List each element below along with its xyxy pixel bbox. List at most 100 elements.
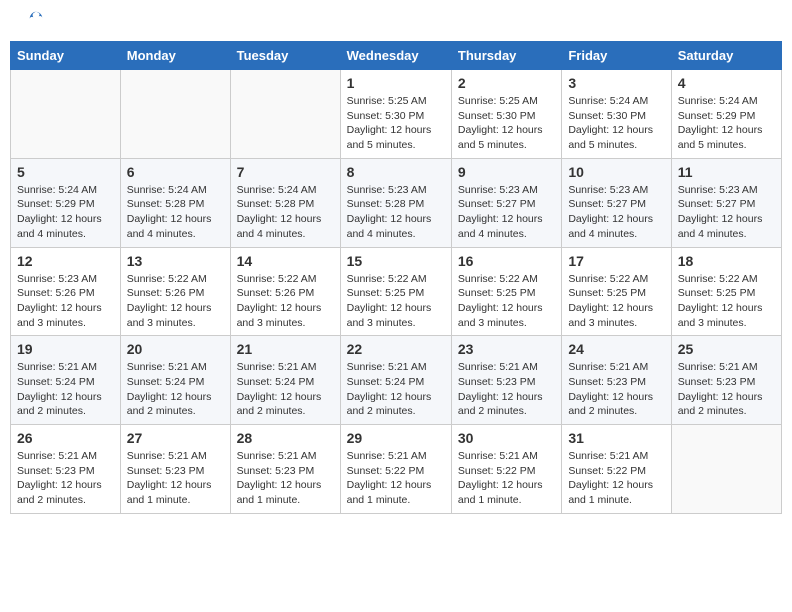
day-info: Sunrise: 5:21 AM Sunset: 5:22 PM Dayligh… (458, 449, 555, 508)
day-cell: 13Sunrise: 5:22 AM Sunset: 5:26 PM Dayli… (120, 247, 230, 336)
day-cell: 20Sunrise: 5:21 AM Sunset: 5:24 PM Dayli… (120, 336, 230, 425)
day-cell: 21Sunrise: 5:21 AM Sunset: 5:24 PM Dayli… (230, 336, 340, 425)
day-info: Sunrise: 5:21 AM Sunset: 5:23 PM Dayligh… (17, 449, 114, 508)
day-cell (11, 70, 121, 159)
day-info: Sunrise: 5:22 AM Sunset: 5:25 PM Dayligh… (568, 272, 664, 331)
day-number: 18 (678, 253, 775, 269)
day-cell: 8 Sunrise: 5:23 AM Sunset: 5:28 PM Daylig… (340, 158, 451, 247)
day-info: Sunrise: 5:24 AM Sunset: 5:29 PM Dayligh… (678, 94, 775, 153)
day-info: Sunrise: 5:23 AM Sunset: 5:27 PM Dayligh… (678, 183, 775, 242)
day-cell: 25 Sunrise: 5:21 AM Sunset: 5:23 PM Dayli… (671, 336, 781, 425)
day-info: Sunrise: 5:22 AM Sunset: 5:25 PM Dayligh… (347, 272, 445, 331)
day-cell: 24Sunrise: 5:21 AM Sunset: 5:23 PM Dayli… (562, 336, 671, 425)
day-cell: 11 Sunrise: 5:23 AM Sunset: 5:27 PM Dayli… (671, 158, 781, 247)
week-row-4: 19 Sunrise: 5:21 AM Sunset: 5:24 PM Dayli… (11, 336, 782, 425)
day-info: Sunrise: 5:23 AM Sunset: 5:26 PM Dayligh… (17, 272, 114, 331)
week-row-5: 26 Sunrise: 5:21 AM Sunset: 5:23 PM Dayli… (11, 425, 782, 514)
day-info: Sunrise: 5:22 AM Sunset: 5:26 PM Dayligh… (127, 272, 224, 331)
day-number: 19 (17, 341, 114, 357)
day-cell (230, 70, 340, 159)
day-number: 28 (237, 430, 334, 446)
day-cell: 2 Sunrise: 5:25 AM Sunset: 5:30 PM Daylig… (451, 70, 561, 159)
day-number: 6 (127, 164, 224, 180)
logo-bird-icon (27, 10, 45, 28)
day-cell: 18 Sunrise: 5:22 AM Sunset: 5:25 PM Dayli… (671, 247, 781, 336)
logo (25, 20, 45, 28)
day-info: Sunrise: 5:22 AM Sunset: 5:25 PM Dayligh… (678, 272, 775, 331)
day-cell: 14 Sunrise: 5:22 AM Sunset: 5:26 PM Dayli… (230, 247, 340, 336)
day-info: Sunrise: 5:24 AM Sunset: 5:28 PM Dayligh… (237, 183, 334, 242)
day-number: 4 (678, 75, 775, 91)
day-number: 29 (347, 430, 445, 446)
page-header (10, 10, 782, 33)
day-info: Sunrise: 5:21 AM Sunset: 5:22 PM Dayligh… (568, 449, 664, 508)
day-info: Sunrise: 5:22 AM Sunset: 5:25 PM Dayligh… (458, 272, 555, 331)
day-info: Sunrise: 5:23 AM Sunset: 5:28 PM Dayligh… (347, 183, 445, 242)
weekday-header-thursday: Thursday (451, 42, 561, 70)
day-number: 30 (458, 430, 555, 446)
day-cell: 3 Sunrise: 5:24 AM Sunset: 5:30 PM Daylig… (562, 70, 671, 159)
calendar-table: SundayMondayTuesdayWednesdayThursdayFrid… (10, 41, 782, 514)
day-number: 27 (127, 430, 224, 446)
day-info: Sunrise: 5:24 AM Sunset: 5:30 PM Dayligh… (568, 94, 664, 153)
day-cell: 10 Sunrise: 5:23 AM Sunset: 5:27 PM Dayli… (562, 158, 671, 247)
day-cell: 16 Sunrise: 5:22 AM Sunset: 5:25 PM Dayli… (451, 247, 561, 336)
day-cell: 22 Sunrise: 5:21 AM Sunset: 5:24 PM Dayli… (340, 336, 451, 425)
day-cell: 4 Sunrise: 5:24 AM Sunset: 5:29 PM Daylig… (671, 70, 781, 159)
day-cell: 28 Sunrise: 5:21 AM Sunset: 5:23 PM Dayli… (230, 425, 340, 514)
day-cell: 27 Sunrise: 5:21 AM Sunset: 5:23 PM Dayli… (120, 425, 230, 514)
day-info: Sunrise: 5:21 AM Sunset: 5:22 PM Dayligh… (347, 449, 445, 508)
day-number: 23 (458, 341, 555, 357)
day-info: Sunrise: 5:24 AM Sunset: 5:28 PM Dayligh… (127, 183, 224, 242)
day-cell: 23 Sunrise: 5:21 AM Sunset: 5:23 PM Dayli… (451, 336, 561, 425)
weekday-header-monday: Monday (120, 42, 230, 70)
day-info: Sunrise: 5:21 AM Sunset: 5:24 PM Dayligh… (127, 360, 224, 419)
day-number: 14 (237, 253, 334, 269)
day-number: 2 (458, 75, 555, 91)
day-cell: 15 Sunrise: 5:22 AM Sunset: 5:25 PM Dayli… (340, 247, 451, 336)
day-info: Sunrise: 5:24 AM Sunset: 5:29 PM Dayligh… (17, 183, 114, 242)
day-info: Sunrise: 5:21 AM Sunset: 5:23 PM Dayligh… (237, 449, 334, 508)
day-number: 5 (17, 164, 114, 180)
day-cell: 31 Sunrise: 5:21 AM Sunset: 5:22 PM Dayli… (562, 425, 671, 514)
day-info: Sunrise: 5:25 AM Sunset: 5:30 PM Dayligh… (347, 94, 445, 153)
day-number: 16 (458, 253, 555, 269)
day-info: Sunrise: 5:21 AM Sunset: 5:24 PM Dayligh… (347, 360, 445, 419)
day-cell: 12Sunrise: 5:23 AM Sunset: 5:26 PM Dayli… (11, 247, 121, 336)
day-info: Sunrise: 5:21 AM Sunset: 5:23 PM Dayligh… (678, 360, 775, 419)
day-number: 8 (347, 164, 445, 180)
day-number: 17 (568, 253, 664, 269)
weekday-header-friday: Friday (562, 42, 671, 70)
day-number: 26 (17, 430, 114, 446)
day-info: Sunrise: 5:25 AM Sunset: 5:30 PM Dayligh… (458, 94, 555, 153)
day-info: Sunrise: 5:21 AM Sunset: 5:23 PM Dayligh… (127, 449, 224, 508)
day-cell: 17 Sunrise: 5:22 AM Sunset: 5:25 PM Dayli… (562, 247, 671, 336)
day-number: 31 (568, 430, 664, 446)
week-row-3: 12Sunrise: 5:23 AM Sunset: 5:26 PM Dayli… (11, 247, 782, 336)
weekday-header-tuesday: Tuesday (230, 42, 340, 70)
day-cell: 9Sunrise: 5:23 AM Sunset: 5:27 PM Daylig… (451, 158, 561, 247)
day-number: 25 (678, 341, 775, 357)
day-info: Sunrise: 5:23 AM Sunset: 5:27 PM Dayligh… (458, 183, 555, 242)
weekday-header-saturday: Saturday (671, 42, 781, 70)
day-number: 22 (347, 341, 445, 357)
day-number: 11 (678, 164, 775, 180)
week-row-1: 1Sunrise: 5:25 AM Sunset: 5:30 PM Daylig… (11, 70, 782, 159)
day-cell: 19Sunrise: 5:21 AM Sunset: 5:24 PM Dayli… (11, 336, 121, 425)
day-cell: 5 Sunrise: 5:24 AM Sunset: 5:29 PM Daylig… (11, 158, 121, 247)
day-info: Sunrise: 5:21 AM Sunset: 5:24 PM Dayligh… (237, 360, 334, 419)
day-number: 3 (568, 75, 664, 91)
day-cell (671, 425, 781, 514)
day-cell: 26 Sunrise: 5:21 AM Sunset: 5:23 PM Dayli… (11, 425, 121, 514)
day-info: Sunrise: 5:22 AM Sunset: 5:26 PM Dayligh… (237, 272, 334, 331)
week-row-2: 5 Sunrise: 5:24 AM Sunset: 5:29 PM Daylig… (11, 158, 782, 247)
day-info: Sunrise: 5:23 AM Sunset: 5:27 PM Dayligh… (568, 183, 664, 242)
day-cell: 29 Sunrise: 5:21 AM Sunset: 5:22 PM Dayli… (340, 425, 451, 514)
weekday-header-wednesday: Wednesday (340, 42, 451, 70)
day-number: 10 (568, 164, 664, 180)
day-info: Sunrise: 5:21 AM Sunset: 5:23 PM Dayligh… (458, 360, 555, 419)
weekday-header-row: SundayMondayTuesdayWednesdayThursdayFrid… (11, 42, 782, 70)
weekday-header-sunday: Sunday (11, 42, 121, 70)
day-number: 15 (347, 253, 445, 269)
day-cell: 7Sunrise: 5:24 AM Sunset: 5:28 PM Daylig… (230, 158, 340, 247)
